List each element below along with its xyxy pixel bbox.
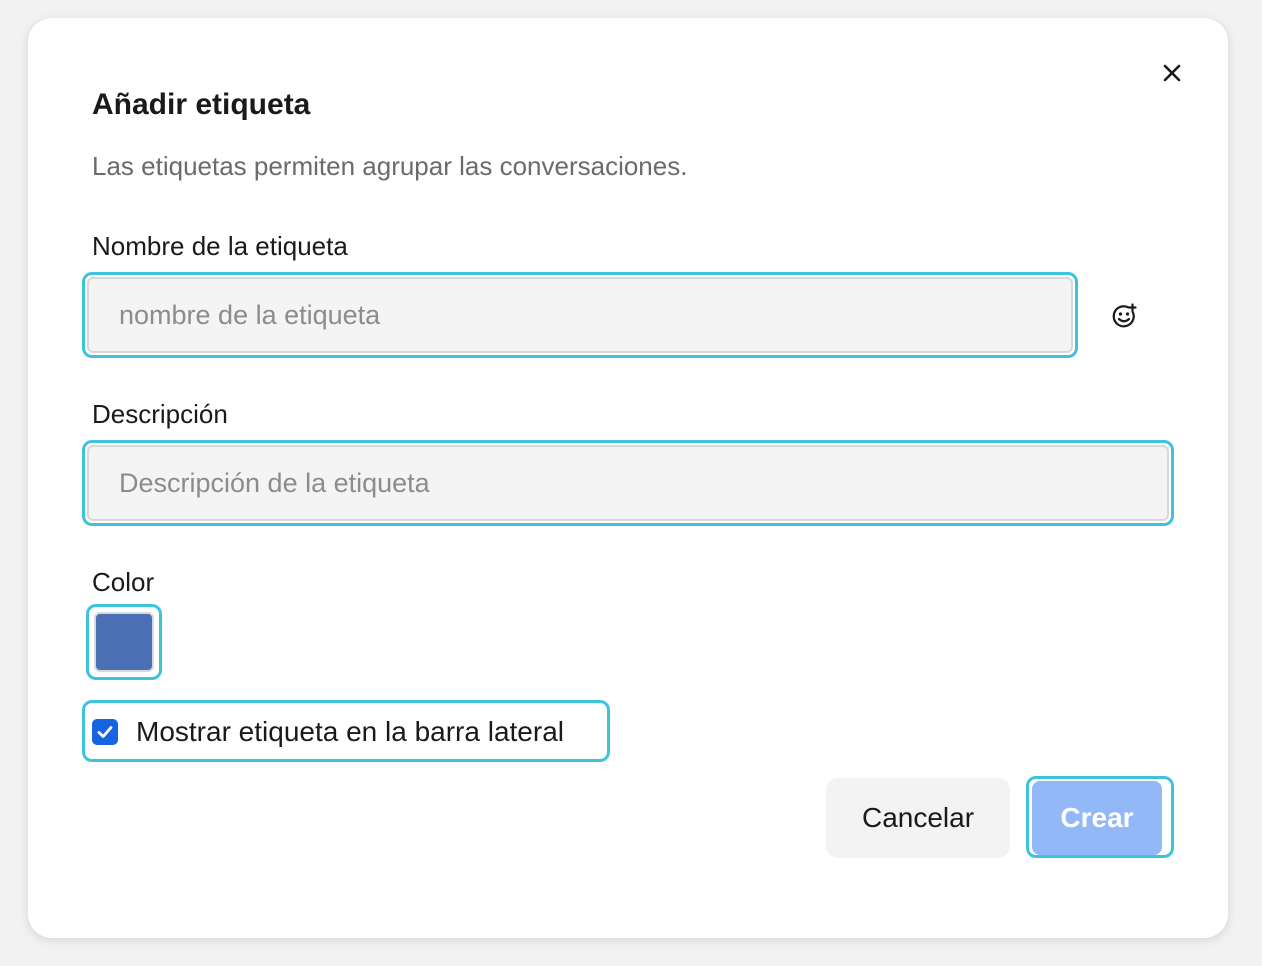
- label-description-input[interactable]: [87, 445, 1169, 521]
- color-label: Color: [92, 567, 155, 597]
- checkmark-icon: [97, 726, 113, 738]
- show-in-sidebar-option[interactable]: Mostrar etiqueta en la barra lateral: [86, 704, 608, 760]
- dialog-subtitle: Las etiquetas permiten agrupar las conve…: [92, 151, 688, 181]
- dialog-title: Añadir etiqueta: [92, 88, 311, 121]
- name-label: Nombre de la etiqueta: [92, 231, 348, 261]
- show-in-sidebar-label: Mostrar etiqueta en la barra lateral: [136, 716, 564, 747]
- close-button[interactable]: [1157, 58, 1187, 88]
- show-in-sidebar-checkbox[interactable]: [92, 719, 118, 745]
- create-button[interactable]: Crear: [1032, 781, 1162, 855]
- add-label-dialog: Añadir etiqueta Las etiquetas permiten a…: [28, 18, 1228, 938]
- close-icon: [1163, 64, 1181, 82]
- label-name-input[interactable]: [87, 277, 1073, 353]
- description-label: Descripción: [92, 399, 228, 429]
- color-picker-swatch[interactable]: [94, 612, 154, 672]
- emoji-picker-button[interactable]: [1106, 298, 1142, 334]
- cancel-button[interactable]: Cancelar: [826, 778, 1010, 858]
- emoji-add-icon: [1112, 303, 1137, 328]
